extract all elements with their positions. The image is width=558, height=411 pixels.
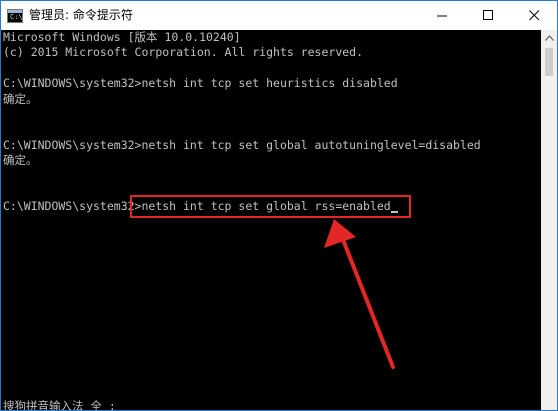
- annotation-arrow-icon: [324, 219, 395, 369]
